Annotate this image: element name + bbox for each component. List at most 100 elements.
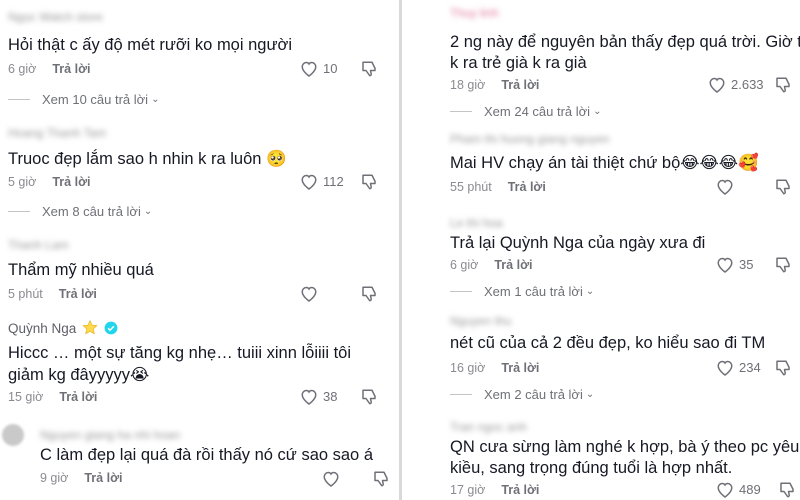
reply-button[interactable]: Trả lời bbox=[52, 62, 90, 76]
dislike-button[interactable] bbox=[774, 76, 792, 99]
comment-meta: 6 giờ Trả lời bbox=[8, 62, 90, 76]
like-button[interactable]: 38 bbox=[300, 388, 337, 405]
reply-button[interactable]: Trả lời bbox=[59, 390, 97, 404]
star-icon bbox=[82, 319, 98, 338]
comment-text: Trả lại Quỳnh Nga của ngày xưa đi bbox=[450, 234, 706, 252]
comment-meta: 6 giờ Trả lời bbox=[450, 258, 532, 272]
comment-text: Hỏi thật c ấy độ mét rưỡi ko mọi người bbox=[8, 36, 292, 54]
comment-username[interactable]: Le thi hoa bbox=[450, 216, 503, 230]
comment-meta: 5 giờ Trả lời bbox=[8, 175, 90, 189]
comment-text: Thẩm mỹ nhiều quá bbox=[8, 261, 154, 279]
dislike-button[interactable] bbox=[778, 481, 796, 500]
comment-time: 55 phút bbox=[450, 180, 492, 194]
heart-icon bbox=[717, 257, 733, 273]
comment-meta: 9 giờ Trả lời bbox=[40, 471, 122, 485]
like-count: 35 bbox=[739, 257, 754, 272]
comment-username[interactable]: Ngọc Watch store bbox=[8, 10, 103, 24]
comment-username[interactable]: Nguyen giang ha nhi hoan bbox=[40, 428, 180, 442]
like-count: 234 bbox=[739, 360, 761, 375]
heart-icon bbox=[301, 174, 317, 190]
like-count: 2.633 bbox=[731, 77, 764, 92]
thumbs-down-icon bbox=[362, 389, 376, 405]
dislike-button[interactable] bbox=[360, 285, 378, 308]
comment-username[interactable]: Tran ngoc anh bbox=[450, 420, 527, 434]
thumbs-down-icon bbox=[362, 174, 376, 190]
view-replies-label: Xem 8 câu trả lời bbox=[42, 204, 141, 219]
reply-button[interactable]: Trả lời bbox=[501, 78, 539, 92]
like-count: 38 bbox=[323, 389, 338, 404]
thumbs-down-icon bbox=[776, 360, 790, 376]
comment-username[interactable]: Pham thi huong giang nguyen bbox=[450, 132, 609, 146]
thumbs-down-icon bbox=[374, 471, 388, 487]
reply-button[interactable]: Trả lời bbox=[84, 471, 122, 485]
like-button[interactable]: 489 bbox=[716, 481, 761, 498]
comment-text-line2: giảm kg đâyyyyy😭 bbox=[8, 366, 150, 384]
reply-button[interactable]: Trả lời bbox=[501, 483, 539, 497]
view-replies-button[interactable]: Xem 2 câu trả lời ⌄ bbox=[450, 387, 594, 402]
dislike-button[interactable] bbox=[774, 256, 792, 279]
like-button[interactable]: 112 bbox=[300, 173, 344, 190]
like-button[interactable]: 35 bbox=[716, 256, 753, 273]
heart-icon bbox=[301, 61, 317, 77]
comment-text: Truoc đẹp lắm sao h nhin k ra luôn 🥺 bbox=[8, 150, 287, 168]
dislike-button[interactable] bbox=[360, 60, 378, 83]
comment-time: 9 giờ bbox=[40, 471, 69, 485]
username-label: Quỳnh Nga bbox=[8, 321, 77, 336]
like-button[interactable] bbox=[322, 470, 340, 487]
dislike-button[interactable] bbox=[774, 359, 792, 382]
like-button[interactable]: 2.633 bbox=[708, 76, 764, 93]
chevron-down-icon: ⌄ bbox=[585, 389, 595, 400]
like-button[interactable] bbox=[716, 178, 734, 195]
thumbs-down-icon bbox=[780, 482, 794, 498]
replies-line bbox=[450, 111, 472, 112]
dislike-button[interactable] bbox=[372, 470, 390, 493]
reply-button[interactable]: Trả lời bbox=[59, 287, 97, 301]
reply-button[interactable]: Trả lời bbox=[501, 361, 539, 375]
replies-line bbox=[8, 211, 30, 212]
comment-username[interactable]: Thuy linh bbox=[450, 6, 499, 20]
view-replies-button[interactable]: Xem 1 câu trả lời ⌄ bbox=[450, 284, 594, 299]
comment-username[interactable]: Nguyen thu bbox=[450, 314, 511, 328]
dislike-button[interactable] bbox=[360, 388, 378, 411]
replies-line bbox=[8, 99, 30, 100]
like-count: 10 bbox=[323, 61, 338, 76]
comment-text-line2: kiều, sang trọng đúng tuổi là hợp nhất. bbox=[450, 459, 733, 477]
chevron-down-icon: ⌄ bbox=[593, 106, 602, 117]
heart-icon bbox=[717, 179, 733, 195]
like-button[interactable]: 234 bbox=[716, 359, 761, 376]
comment-meta: 5 phút Trả lời bbox=[8, 287, 97, 301]
comment-meta: 16 giờ Trả lời bbox=[450, 361, 539, 375]
comment-username[interactable]: Thanh Lam bbox=[8, 238, 69, 252]
view-replies-button[interactable]: Xem 24 câu trả lời ⌄ bbox=[450, 104, 601, 119]
view-replies-label: Xem 2 câu trả lời bbox=[484, 387, 583, 402]
comment-username[interactable]: Quỳnh Nga bbox=[8, 319, 118, 338]
heart-icon bbox=[709, 77, 725, 93]
view-replies-label: Xem 10 câu trả lời bbox=[42, 92, 149, 107]
avatar[interactable] bbox=[2, 424, 24, 446]
comment-text-line1: Hiccc … một sự tăng kg nhẹ… tuiii xinn l… bbox=[8, 344, 352, 362]
comment-time: 5 phút bbox=[8, 287, 43, 301]
replies-line bbox=[450, 291, 472, 292]
reply-button[interactable]: Trả lời bbox=[508, 180, 546, 194]
reply-button[interactable]: Trả lời bbox=[52, 175, 90, 189]
replies-line bbox=[450, 394, 472, 395]
like-button[interactable]: 10 bbox=[300, 60, 337, 77]
comment-time: 6 giờ bbox=[8, 62, 37, 76]
comment-time: 15 giờ bbox=[8, 390, 44, 404]
heart-icon bbox=[301, 286, 317, 302]
comment-text-line1: 2 ng này để nguyên bản thấy đẹp quá trời… bbox=[450, 33, 800, 51]
reply-button[interactable]: Trả lời bbox=[494, 258, 532, 272]
comment-username[interactable]: Hoang Thanh Tam bbox=[8, 126, 106, 140]
comment-text: C làm đẹp lại quá đà rồi thấy nó cứ sao … bbox=[40, 446, 373, 464]
chevron-down-icon: ⌄ bbox=[143, 206, 153, 217]
heart-icon bbox=[301, 389, 317, 405]
like-button[interactable] bbox=[300, 285, 318, 302]
view-replies-button[interactable]: Xem 8 câu trả lời ⌄ bbox=[8, 204, 152, 219]
dislike-button[interactable] bbox=[360, 173, 378, 196]
like-count: 112 bbox=[323, 174, 344, 189]
dislike-button[interactable] bbox=[774, 178, 792, 201]
thumbs-down-icon bbox=[362, 286, 376, 302]
view-replies-label: Xem 1 câu trả lời bbox=[484, 284, 583, 299]
comment-meta: 15 giờ Trả lời bbox=[8, 390, 97, 404]
view-replies-button[interactable]: Xem 10 câu trả lời ⌄ bbox=[8, 92, 159, 107]
